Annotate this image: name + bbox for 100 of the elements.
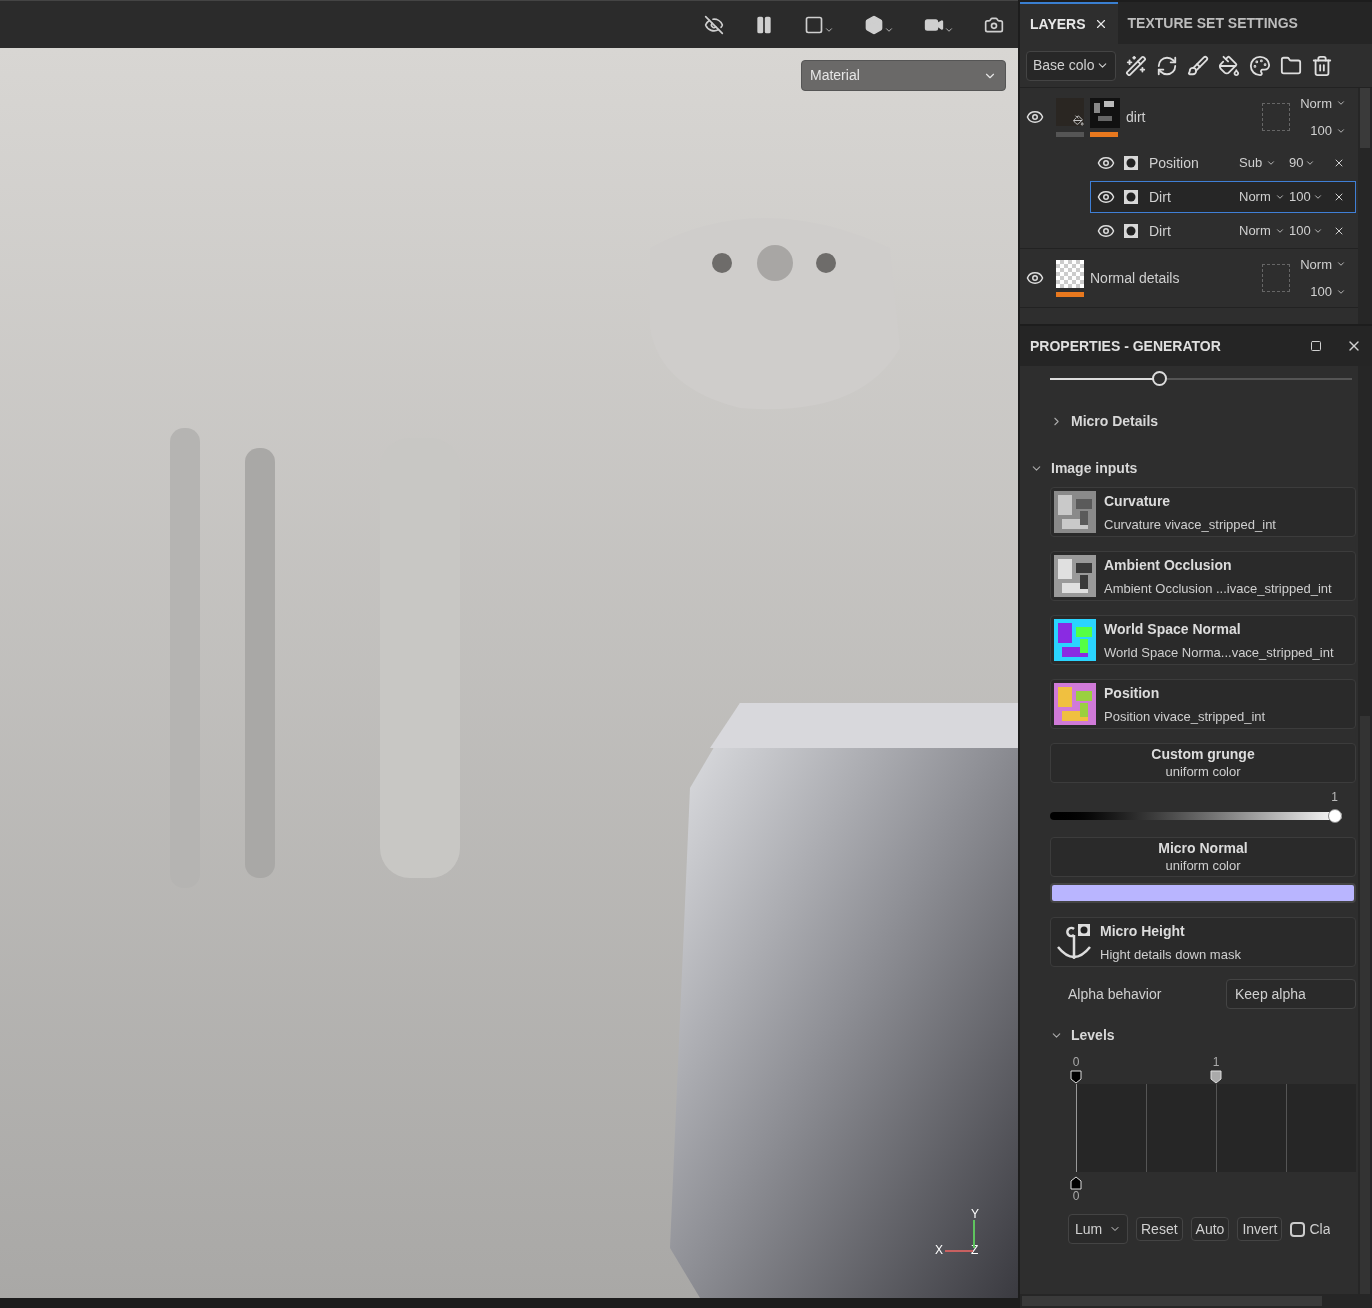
- slider-thumb[interactable]: [1328, 809, 1342, 823]
- wand-tool-button[interactable]: [1125, 54, 1147, 77]
- levels-button[interactable]: Invert: [1237, 1217, 1283, 1241]
- image-input-card[interactable]: Curvature Curvature vivace_stripped_int: [1050, 487, 1356, 537]
- magic-wand-icon: [1125, 54, 1147, 77]
- folder-tool-button[interactable]: [1280, 54, 1302, 77]
- opacity-dropdown[interactable]: 100: [1310, 282, 1346, 302]
- layer-name: dirt: [1126, 107, 1147, 127]
- opacity-dropdown[interactable]: 100: [1289, 221, 1329, 241]
- trash-tool-button[interactable]: [1311, 54, 1333, 77]
- input-source: Hight details down mask: [1100, 947, 1241, 961]
- input-title: Custom grunge: [1151, 746, 1255, 764]
- shading-mode-dropdown[interactable]: Material: [801, 60, 1006, 91]
- layer-name: Normal details: [1090, 268, 1181, 288]
- mask-icon: [1123, 189, 1139, 205]
- close-icon[interactable]: [1333, 225, 1345, 237]
- layer-color-bar: [1056, 291, 1084, 297]
- blend-mode-dropdown[interactable]: Norm: [1239, 221, 1289, 241]
- float-window-icon[interactable]: [1310, 340, 1322, 352]
- paint-bucket-icon: [1073, 114, 1084, 126]
- pause-icon: [754, 14, 774, 35]
- blend-mode-dropdown[interactable]: Sub: [1239, 153, 1289, 173]
- section-header[interactable]: Levels: [1050, 1025, 1115, 1046]
- eye-icon: [1097, 188, 1115, 206]
- level-handle[interactable]: [1210, 1070, 1222, 1084]
- frame-icon: [804, 14, 824, 35]
- input-title: World Space Normal: [1104, 621, 1242, 636]
- eye-icon: [1097, 154, 1115, 172]
- levels-button[interactable]: Reset: [1136, 1217, 1183, 1241]
- effect-name: Dirt: [1149, 221, 1172, 241]
- effect-row[interactable]: Position Sub 90: [1090, 147, 1356, 179]
- mask-icon: [1123, 223, 1139, 239]
- image-input-card[interactable]: Micro Height Hight details down mask: [1050, 917, 1356, 967]
- mask-icon: [1123, 155, 1139, 171]
- panel-tab[interactable]: LAYERS: [1020, 2, 1118, 44]
- opacity-dropdown[interactable]: 100: [1310, 121, 1346, 141]
- chevron-down-icon: [1305, 158, 1316, 168]
- input-source: Curvature vivace_stripped_int: [1104, 517, 1276, 531]
- bucket-tool-button[interactable]: [1218, 54, 1240, 77]
- image-input-card[interactable]: World Space Normal World Space Norma...vace_stripped_int: [1050, 615, 1356, 665]
- section-header[interactable]: Micro Details: [1050, 411, 1159, 432]
- image-input-card[interactable]: Ambient Occlusion Ambient Occlusion ...ivace_stripped_int: [1050, 551, 1356, 601]
- input-source: uniform color: [1165, 763, 1241, 780]
- cube-icon: [864, 14, 884, 35]
- layer-color-bar: [1056, 131, 1084, 137]
- levels-button[interactable]: Auto: [1190, 1217, 1230, 1241]
- checker-thumbnail: [1056, 259, 1084, 288]
- input-source: Ambient Occlusion ...ivace_stripped_int: [1104, 581, 1332, 595]
- axis-label: Y: [971, 1208, 979, 1220]
- eye-icon: [1026, 269, 1044, 287]
- effect-row[interactable]: Dirt Norm 100: [1090, 215, 1356, 247]
- field-label: Alpha behavior: [1067, 984, 1163, 1004]
- mask-color-bar: [1090, 131, 1118, 137]
- blend-mode-dropdown[interactable]: Norm: [1239, 187, 1289, 207]
- mask-placeholder: [1262, 264, 1291, 292]
- brush-tool-button[interactable]: [1187, 54, 1209, 77]
- palette-icon: [1249, 54, 1271, 77]
- checkbox[interactable]: [1290, 1221, 1306, 1237]
- close-icon[interactable]: [1333, 191, 1345, 203]
- input-source: uniform color: [1165, 857, 1241, 874]
- input-source: World Space Norma...vace_stripped_int: [1104, 645, 1334, 659]
- chevron-down-icon: [1312, 192, 1323, 202]
- trash-icon: [1311, 54, 1333, 77]
- blend-mode-dropdown[interactable]: Norm: [1300, 254, 1346, 274]
- section-header[interactable]: Image inputs: [1030, 458, 1138, 479]
- slider-value: 1: [1331, 791, 1338, 803]
- palette-tool-button[interactable]: [1249, 54, 1271, 77]
- channel-dropdown[interactable]: Base colo: [1026, 50, 1116, 81]
- hidden-eye-icon: [704, 14, 724, 35]
- chevron-down-icon: [1312, 226, 1323, 236]
- level-handle[interactable]: [1070, 1070, 1082, 1084]
- input-title: Position: [1104, 685, 1161, 700]
- close-icon[interactable]: [1333, 157, 1345, 169]
- brush-icon: [1187, 54, 1209, 77]
- opacity-dropdown[interactable]: 100: [1289, 187, 1329, 207]
- folder-icon: [1280, 54, 1302, 77]
- effect-row[interactable]: Dirt Norm 100: [1090, 181, 1356, 213]
- input-title: Ambient Occlusion: [1104, 557, 1233, 572]
- input-title: Curvature: [1104, 493, 1172, 508]
- eye-icon: [1097, 222, 1115, 240]
- panel-title: PROPERTIES - GENERATOR: [1030, 336, 1222, 356]
- paint-bucket-icon: [1218, 54, 1240, 77]
- y-axis-line: [973, 1220, 975, 1248]
- channel-dropdown[interactable]: Lum: [1068, 1214, 1128, 1244]
- slider-track[interactable]: [1050, 371, 1352, 387]
- chevron-down-icon: [1266, 158, 1277, 168]
- scrollbar-thumb[interactable]: [1360, 88, 1370, 148]
- chevron-down-icon: [1274, 192, 1285, 202]
- blend-mode-dropdown[interactable]: Norm: [1300, 93, 1346, 113]
- input-title: Micro Height: [1100, 923, 1186, 938]
- color-swatch[interactable]: [1050, 883, 1356, 903]
- level-value: 0: [1071, 1190, 1081, 1202]
- refresh-tool-button[interactable]: [1156, 54, 1178, 77]
- alpha-behavior-dropdown[interactable]: Keep alpha: [1226, 979, 1356, 1009]
- level-handle[interactable]: [1070, 1176, 1082, 1190]
- opacity-dropdown[interactable]: 90: [1289, 153, 1329, 173]
- chevron-down-icon: [1274, 226, 1285, 236]
- image-input-card[interactable]: Custom grunge uniform color: [1050, 743, 1356, 783]
- image-input-card[interactable]: Micro Normal uniform color: [1050, 837, 1356, 877]
- image-input-card[interactable]: Position Position vivace_stripped_int: [1050, 679, 1356, 729]
